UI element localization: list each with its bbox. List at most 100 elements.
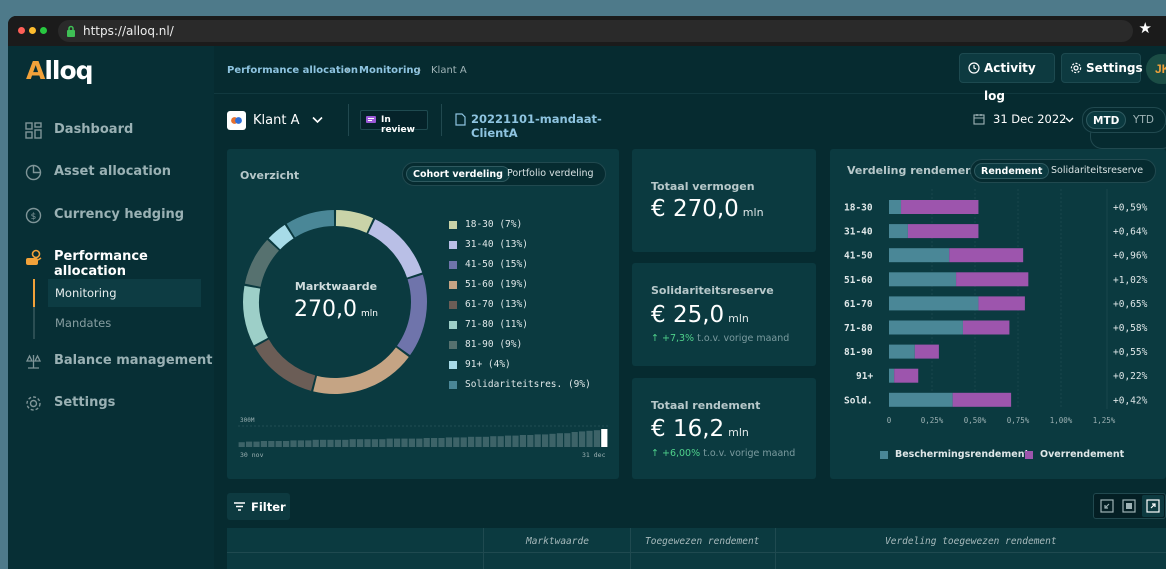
donut-slice[interactable] xyxy=(254,339,316,391)
client-selector[interactable]: Klant A xyxy=(227,110,327,132)
bar-segment[interactable] xyxy=(889,392,953,407)
mandate-link[interactable]: 20221101-mandaat-ClientA xyxy=(455,112,635,140)
sidebar-item-balance-management[interactable]: Balance management xyxy=(8,349,214,373)
maximize-dot[interactable] xyxy=(40,27,47,34)
market-value-sparkline xyxy=(238,425,608,447)
tab-rendement[interactable]: Rendement xyxy=(974,163,1050,179)
bar-segment[interactable] xyxy=(907,224,979,239)
stat-delta: ↑ +6,00% t.o.v. vorige maand xyxy=(651,448,795,459)
filter-button[interactable]: Filter xyxy=(227,493,290,520)
browser-chrome: https://alloq.nl/ ★ xyxy=(8,16,1166,46)
avatar[interactable]: JK xyxy=(1146,54,1166,84)
minimize-dot[interactable] xyxy=(29,27,36,34)
tick-label: 1,25% xyxy=(1093,416,1116,425)
sparkline-bar xyxy=(283,441,290,447)
donut-slice[interactable] xyxy=(244,239,279,287)
bar-segment[interactable] xyxy=(962,320,1010,335)
bar-segment[interactable] xyxy=(901,200,979,214)
activity-log-button[interactable]: Activity log xyxy=(959,53,1055,103)
sidebar-subitem-monitoring[interactable]: Monitoring xyxy=(48,279,201,307)
sparkline-bar xyxy=(416,438,423,447)
pie-icon xyxy=(25,164,42,181)
donut-slice[interactable] xyxy=(397,274,427,356)
sparkline-bar xyxy=(401,438,408,447)
address-bar[interactable]: https://alloq.nl/ xyxy=(58,20,1133,42)
collapse-icon[interactable] xyxy=(1100,499,1114,513)
sparkline-bar xyxy=(460,437,467,447)
date-value: 31 Dec 2022 xyxy=(993,112,1067,126)
legend-label: 18-30 (7%) xyxy=(465,219,523,230)
settings-label: Settings xyxy=(1086,61,1143,75)
bar-segment[interactable] xyxy=(889,296,979,311)
sidebar-item-performance-allocation[interactable]: Performance allocation xyxy=(8,245,214,279)
star-icon[interactable]: ★ xyxy=(1139,19,1152,37)
app-logo[interactable]: Alloq xyxy=(26,56,94,85)
bar-segment[interactable] xyxy=(889,200,902,214)
sidebar-item-asset-allocation[interactable]: Asset allocation xyxy=(8,160,214,184)
category-label: 91+ xyxy=(856,371,873,382)
date-picker[interactable]: 31 Dec 2022 xyxy=(973,111,1078,129)
legend-swatch xyxy=(449,381,457,389)
sparkline-bar xyxy=(542,434,549,447)
category-label: 71-80 xyxy=(844,323,873,334)
distribution-tabs: Rendement Solidariteitsreserve xyxy=(970,159,1156,183)
bar-segment[interactable] xyxy=(889,368,895,383)
square-icon[interactable] xyxy=(1122,499,1136,513)
donut-slice[interactable] xyxy=(313,347,409,394)
bar-segment[interactable] xyxy=(889,248,950,263)
sidebar-item-currency-hedging[interactable]: $ Currency hedging xyxy=(8,203,214,227)
tab-cohort-verdeling[interactable]: Cohort verdeling xyxy=(406,166,510,182)
bar-segment[interactable] xyxy=(978,296,1025,311)
bar-segment[interactable] xyxy=(894,368,919,383)
donut-slice[interactable] xyxy=(368,219,423,278)
table-header-toegewezen-rendement: Toegewezen rendement xyxy=(645,536,760,547)
bar-segment[interactable] xyxy=(956,272,1029,287)
column-divider xyxy=(775,528,776,569)
close-dot[interactable] xyxy=(18,27,25,34)
sidebar-item-dashboard[interactable]: Dashboard xyxy=(8,118,214,142)
donut-slice[interactable] xyxy=(286,210,335,238)
donut-slice[interactable] xyxy=(243,285,268,346)
donut-slice[interactable] xyxy=(335,210,374,233)
overview-title: Overzicht xyxy=(240,169,300,182)
tick-label: 1,00% xyxy=(1050,416,1073,425)
column-divider xyxy=(483,528,484,569)
sparkline-bar xyxy=(512,435,519,447)
breadcrumb-performance-allocation[interactable]: Performance allocation xyxy=(227,65,358,76)
bar-segment[interactable] xyxy=(949,248,1024,263)
sparkline-bar xyxy=(408,438,415,447)
filter-icon xyxy=(234,502,245,511)
sparkline-bar xyxy=(564,433,571,447)
sidebar-item-settings[interactable]: Settings xyxy=(8,391,214,415)
bar-segment[interactable] xyxy=(914,344,939,359)
distribution-legend: Beschermingsrendement Overrendement xyxy=(880,449,1160,463)
total-label: +0,65% xyxy=(1113,299,1148,310)
sidebar-subitem-mandates[interactable]: Mandates xyxy=(48,309,201,337)
breadcrumb-current: Klant A xyxy=(431,65,467,76)
stat-unit: mln xyxy=(728,312,749,325)
period-mtd[interactable]: MTD xyxy=(1086,111,1127,129)
subnav-line xyxy=(33,279,35,339)
mandate-name: 20221101-mandaat-ClientA xyxy=(471,112,602,140)
tick-label: 0,75% xyxy=(1007,416,1030,425)
tab-portfolio-verdeling[interactable]: Portfolio verdeling xyxy=(501,166,600,182)
sparkline-bar xyxy=(482,436,489,447)
sparkline-bar xyxy=(342,439,349,447)
sparkline-bar xyxy=(445,437,452,447)
expand-button[interactable] xyxy=(1142,495,1164,517)
sidebar: Alloq Dashboard Asset allocation $ Curre… xyxy=(8,46,214,569)
breadcrumb-monitoring[interactable]: Monitoring xyxy=(359,65,421,76)
tab-solidariteitsreserve[interactable]: Solidariteitsreserve xyxy=(1045,163,1149,179)
bar-segment[interactable] xyxy=(889,272,957,287)
stat-value: € 270,0 mln xyxy=(651,196,764,222)
bar-segment[interactable] xyxy=(889,320,963,335)
settings-button[interactable]: Settings xyxy=(1061,53,1143,83)
bar-segment[interactable] xyxy=(889,344,915,359)
period-ytd[interactable]: YTD xyxy=(1127,111,1160,129)
breadcrumb-separator-icon: › xyxy=(345,65,350,76)
gear-icon xyxy=(1070,62,1082,74)
bar-segment[interactable] xyxy=(889,224,908,239)
total-label: +1,02% xyxy=(1113,275,1148,286)
tick-label: 0,25% xyxy=(921,416,944,425)
bar-segment[interactable] xyxy=(952,392,1012,407)
